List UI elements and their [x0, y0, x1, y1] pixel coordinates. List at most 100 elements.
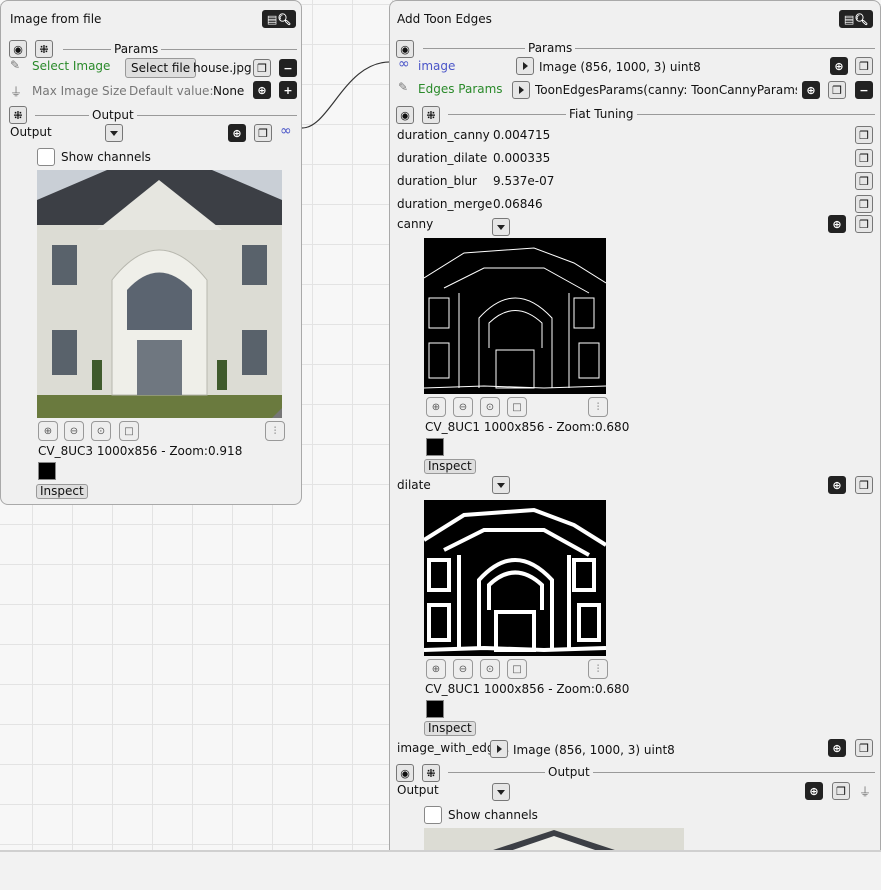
- node-title: Add Toon Edges: [397, 12, 492, 26]
- output-magnify-button[interactable]: ⊕: [805, 782, 823, 800]
- node-image-from-file[interactable]: Image from file ▤🔍︎ ◉ ⁜ Params ✎ Select …: [0, 0, 302, 505]
- unplug-icon: ⏚: [10, 85, 23, 99]
- output-dropdown[interactable]: [105, 124, 123, 142]
- dilate-image[interactable]: [424, 500, 606, 656]
- dilate-zoom-in-button[interactable]: ⊕: [426, 659, 446, 679]
- zoom-reset-button[interactable]: ⊙: [91, 421, 111, 441]
- node-menu-button[interactable]: ▤🔍︎: [839, 10, 873, 28]
- house-image[interactable]: [37, 170, 282, 418]
- node-menu-button[interactable]: ▤🔍︎: [262, 10, 296, 28]
- link-icon[interactable]: ∞: [398, 56, 410, 72]
- show-channels-checkbox[interactable]: [37, 148, 55, 166]
- collapse-button[interactable]: ⁜: [35, 40, 53, 58]
- eye-icon: ◉: [400, 42, 410, 56]
- dilate-zoom-reset-button[interactable]: ⊙: [480, 659, 500, 679]
- dilate-copy-button[interactable]: ❐: [855, 476, 873, 494]
- levels-button[interactable]: ⫶: [265, 421, 285, 441]
- dropdown-arrow-icon: [497, 789, 505, 795]
- copy-icon: ❐: [859, 151, 869, 165]
- canny-zoom-reset-button[interactable]: ⊙: [480, 397, 500, 417]
- output-copy-button[interactable]: ❐: [254, 124, 272, 142]
- collapse-tuning-button[interactable]: ⁜: [422, 106, 440, 124]
- dilate-zoom-fit-button[interactable]: □: [507, 659, 527, 679]
- dilate-magnify-button[interactable]: ⊕: [828, 476, 846, 494]
- canny-zoom-in-button[interactable]: ⊕: [426, 397, 446, 417]
- image-magnify-button[interactable]: ⊕: [830, 57, 848, 75]
- magnify-button[interactable]: ⊕: [253, 81, 271, 99]
- node-add-toon-edges[interactable]: Add Toon Edges ▤🔍︎ ◉ Params ∞ image Imag…: [389, 0, 881, 853]
- canny-edges-picture: [424, 247, 606, 389]
- output-section-label: Output: [545, 765, 593, 779]
- link-icon[interactable]: ∞: [280, 123, 292, 139]
- tuning-copy-button[interactable]: ❐: [855, 149, 873, 167]
- iwe-copy-button[interactable]: ❐: [855, 739, 873, 757]
- canny-label: canny: [397, 217, 434, 231]
- inspect-button[interactable]: Inspect: [36, 484, 88, 499]
- dilate-dropdown[interactable]: [492, 476, 510, 494]
- list-magnify-icon: ▤🔍︎: [266, 12, 292, 26]
- canny-zoom-fit-button[interactable]: □: [507, 397, 527, 417]
- dilate-zoom-out-button[interactable]: ⊖: [453, 659, 473, 679]
- eye-button-tuning[interactable]: ◉: [396, 106, 414, 124]
- tuning-value: 0.000335: [493, 151, 551, 165]
- dropdown-arrow-icon: [110, 130, 118, 136]
- file-value: house.jpg: [193, 61, 252, 75]
- default-value: None: [213, 84, 245, 98]
- dilate-inspect-button[interactable]: Inspect: [424, 721, 476, 736]
- output-section-label: Output: [89, 108, 137, 122]
- tuning-value: 0.06846: [493, 197, 543, 211]
- zoom-in-icon: ⊕: [43, 425, 53, 437]
- zoom-in-button[interactable]: ⊕: [38, 421, 58, 441]
- copy-icon: ❐: [258, 126, 268, 140]
- tuning-copy-button[interactable]: ❐: [855, 126, 873, 144]
- copy-icon: ❐: [859, 174, 869, 188]
- eye-button-output[interactable]: ◉: [396, 764, 414, 782]
- canny-inspect-button[interactable]: Inspect: [424, 459, 476, 474]
- output-magnify-button[interactable]: ⊕: [228, 124, 246, 142]
- zoom-out-button[interactable]: ⊖: [64, 421, 84, 441]
- unplug-icon[interactable]: ⏚: [859, 783, 871, 800]
- copy-button[interactable]: ❐: [253, 59, 271, 77]
- image-with-edges-expand-button[interactable]: [490, 740, 508, 758]
- collapse-output-button[interactable]: ⁜: [422, 764, 440, 782]
- image-copy-button[interactable]: ❐: [855, 57, 873, 75]
- canny-copy-button[interactable]: ❐: [855, 215, 873, 233]
- edges-expand-button[interactable]: [512, 81, 530, 99]
- eye-icon: ◉: [400, 108, 410, 122]
- levels-icon: ⫶: [596, 663, 600, 675]
- output-dropdown[interactable]: [492, 783, 510, 801]
- show-channels-label: Show channels: [61, 150, 151, 164]
- params-separator: [423, 48, 875, 49]
- edges-minus-button[interactable]: −: [855, 81, 873, 99]
- edges-magnify-button[interactable]: ⊕: [802, 81, 820, 99]
- canny-magnify-button[interactable]: ⊕: [828, 215, 846, 233]
- minus-button[interactable]: −: [279, 59, 297, 77]
- play-arrow-icon: [518, 86, 524, 94]
- canny-dropdown[interactable]: [492, 218, 510, 236]
- tuning-copy-button[interactable]: ❐: [855, 195, 873, 213]
- node-title: Image from file: [10, 12, 102, 26]
- play-arrow-icon: [522, 62, 528, 70]
- image-expand-button[interactable]: [516, 57, 534, 75]
- eye-button[interactable]: ◉: [9, 40, 27, 58]
- canny-image[interactable]: [424, 238, 606, 394]
- tuning-copy-button[interactable]: ❐: [855, 172, 873, 190]
- show-channels-checkbox[interactable]: [424, 806, 442, 824]
- params-label: Params: [111, 42, 162, 56]
- canny-levels-button[interactable]: ⫶: [588, 397, 608, 417]
- dilate-levels-button[interactable]: ⫶: [588, 659, 608, 679]
- select-file-button[interactable]: Select file: [125, 58, 197, 78]
- plus-button[interactable]: +: [279, 81, 297, 99]
- fit-icon: □: [512, 663, 522, 675]
- fit-icon: □: [512, 401, 522, 413]
- image-input-value: Image (856, 1000, 3) uint8: [539, 60, 701, 74]
- image-info: CV_8UC3 1000x856 - Zoom:0.918: [38, 444, 243, 458]
- canny-zoom-out-button[interactable]: ⊖: [453, 397, 473, 417]
- output-copy-button[interactable]: ❐: [832, 782, 850, 800]
- collapse-output-button[interactable]: ⁜: [9, 106, 27, 124]
- iwe-magnify-button[interactable]: ⊕: [828, 739, 846, 757]
- zoom-fit-button[interactable]: □: [119, 421, 139, 441]
- collapse-icon: ⁜: [13, 108, 23, 122]
- edges-copy-button[interactable]: ❐: [828, 81, 846, 99]
- list-magnify-icon: ▤🔍︎: [843, 12, 869, 26]
